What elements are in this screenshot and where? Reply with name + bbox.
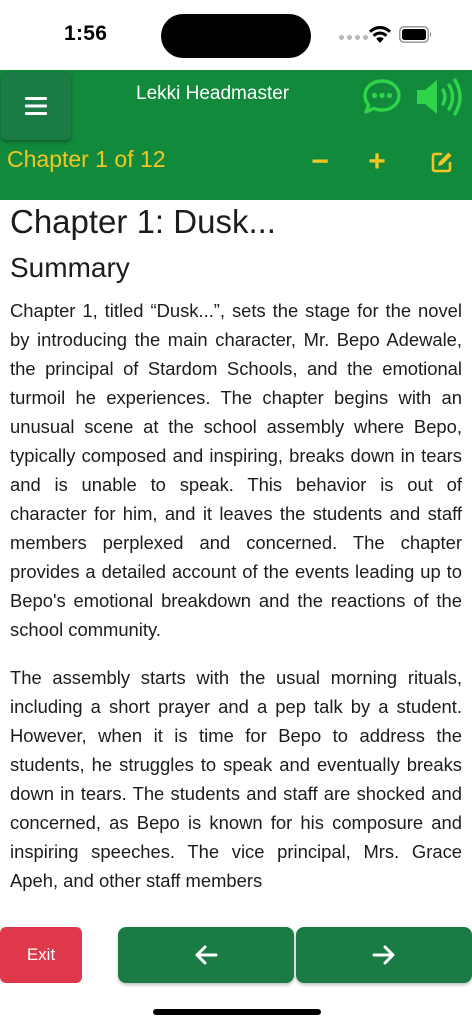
footer-navigation: Exit — [0, 915, 472, 1024]
battery-icon — [399, 26, 432, 43]
status-time: 1:56 — [64, 22, 108, 45]
chat-bubble-icon[interactable] — [361, 77, 403, 117]
home-indicator — [153, 1009, 321, 1015]
menu-button[interactable] — [1, 72, 71, 140]
app-title: Lekki Headmaster — [136, 83, 290, 104]
chapter-title: Chapter 1: Dusk... — [10, 203, 276, 240]
exit-button[interactable]: Exit — [0, 927, 82, 983]
wifi-icon — [369, 26, 391, 43]
dynamic-island — [161, 14, 311, 58]
summary-heading: Summary — [10, 252, 130, 283]
speaker-volume-icon[interactable] — [414, 77, 466, 117]
arrow-right-icon — [372, 945, 395, 965]
chapter-indicator: Chapter 1 of 12 — [7, 146, 166, 172]
status-bar: 1:56 — [0, 0, 472, 70]
edit-pencil-icon[interactable] — [430, 150, 454, 174]
next-chapter-plus-button[interactable]: + — [357, 144, 397, 180]
arrow-left-icon — [195, 945, 218, 965]
chapter-content[interactable]: Chapter 1: Dusk... Summary Chapter 1, ti… — [0, 200, 472, 917]
app-header: Lekki Headmaster Chapter 1 of 12 − + — [0, 70, 472, 200]
previous-page-button[interactable] — [118, 927, 294, 983]
hamburger-menu-icon — [25, 97, 47, 115]
previous-chapter-minus-button[interactable]: − — [300, 144, 340, 180]
next-page-button[interactable] — [296, 927, 472, 983]
cellular-signal-icon — [339, 35, 368, 40]
summary-paragraph: The assembly starts with the usual morni… — [10, 667, 462, 891]
summary-paragraph: Chapter 1, titled “Dusk...”, sets the st… — [10, 300, 462, 640]
